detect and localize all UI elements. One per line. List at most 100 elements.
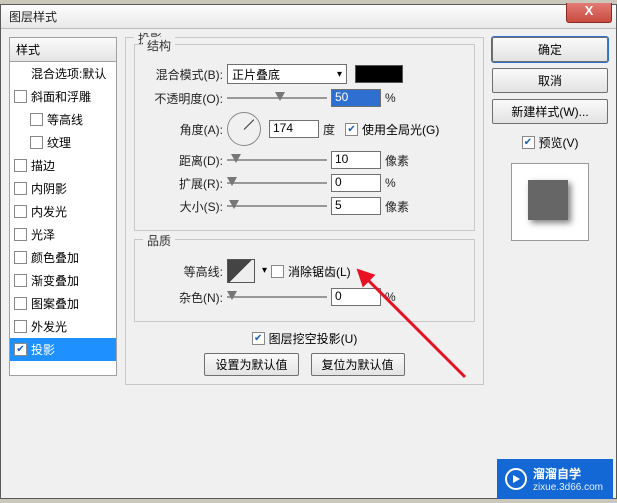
style-label: 等高线 <box>47 111 83 128</box>
styles-panel: 样式 混合选项:默认 斜面和浮雕 等高线 纹理 <box>9 37 117 490</box>
style-item-inner-glow[interactable]: 内发光 <box>10 200 116 223</box>
angle-input[interactable]: 174 <box>269 120 319 138</box>
noise-slider[interactable] <box>227 289 327 305</box>
blend-mode-combo[interactable]: 正片叠底 <box>227 64 347 84</box>
checkbox-icon <box>522 136 535 149</box>
opacity-row: 不透明度(O): 50 % <box>145 89 464 107</box>
layer-style-dialog: 图层样式 X 样式 混合选项:默认 斜面和浮雕 等高线 <box>0 4 617 499</box>
checkbox-icon <box>345 123 358 136</box>
checkbox-icon[interactable] <box>14 274 27 287</box>
style-item-bevel[interactable]: 斜面和浮雕 <box>10 85 116 108</box>
new-style-button[interactable]: 新建样式(W)... <box>492 99 608 124</box>
titlebar[interactable]: 图层样式 X <box>1 5 616 29</box>
style-item-blend-default[interactable]: 混合选项:默认 <box>10 62 116 85</box>
style-item-stroke[interactable]: 描边 <box>10 154 116 177</box>
size-input[interactable]: 5 <box>331 197 381 215</box>
set-default-button[interactable]: 设置为默认值 <box>204 353 298 376</box>
anti-alias-label: 消除锯齿(L) <box>288 263 351 280</box>
close-button[interactable]: X <box>566 3 612 23</box>
style-label: 描边 <box>31 157 55 174</box>
style-label: 外发光 <box>31 318 67 335</box>
style-label: 投影 <box>31 341 55 358</box>
checkbox-icon[interactable] <box>30 113 43 126</box>
checkbox-icon[interactable] <box>14 251 27 264</box>
style-item-inner-shadow[interactable]: 内阴影 <box>10 177 116 200</box>
opacity-unit: % <box>385 91 396 105</box>
style-item-gradient-overlay[interactable]: 渐变叠加 <box>10 269 116 292</box>
style-label: 颜色叠加 <box>31 249 79 266</box>
knockout-checkbox[interactable]: 图层挖空投影(U) <box>252 330 358 347</box>
style-label: 内阴影 <box>31 180 67 197</box>
spread-slider[interactable] <box>227 175 327 191</box>
style-item-contour[interactable]: 等高线 <box>10 108 116 131</box>
group-title: 结构 <box>143 37 175 54</box>
blend-mode-label: 混合模式(B): <box>145 66 223 83</box>
distance-input[interactable]: 10 <box>331 151 381 169</box>
window-title: 图层样式 <box>9 8 57 25</box>
watermark-sub: zixue.3d66.com <box>533 482 603 493</box>
style-label: 混合选项:默认 <box>31 65 106 82</box>
distance-slider[interactable] <box>227 152 327 168</box>
opacity-label: 不透明度(O): <box>145 90 223 107</box>
distance-label: 距离(D): <box>145 152 223 169</box>
style-label: 内发光 <box>31 203 67 220</box>
checkbox-icon[interactable] <box>14 90 27 103</box>
checkbox-icon[interactable] <box>14 343 27 356</box>
preview-thumbnail <box>528 180 568 220</box>
style-item-satin[interactable]: 光泽 <box>10 223 116 246</box>
noise-row: 杂色(N): 0 % <box>145 288 464 306</box>
checkbox-icon[interactable] <box>30 136 43 149</box>
ok-button[interactable]: 确定 <box>492 37 608 62</box>
style-label: 渐变叠加 <box>31 272 79 289</box>
spread-unit: % <box>385 176 396 190</box>
noise-unit: % <box>385 290 396 304</box>
checkbox-icon[interactable] <box>14 182 27 195</box>
reset-default-button[interactable]: 复位为默认值 <box>311 353 405 376</box>
checkbox-icon[interactable] <box>14 159 27 172</box>
checkbox-icon[interactable] <box>14 297 27 310</box>
angle-dial[interactable] <box>227 112 261 146</box>
cancel-button[interactable]: 取消 <box>492 68 608 93</box>
default-buttons-row: 设置为默认值 复位为默认值 <box>134 353 475 376</box>
noise-input[interactable]: 0 <box>331 288 381 306</box>
opacity-slider[interactable] <box>227 90 327 106</box>
play-icon <box>505 468 527 490</box>
checkbox-icon[interactable] <box>14 228 27 241</box>
spread-label: 扩展(R): <box>145 175 223 192</box>
settings-panel: 投影 结构 混合模式(B): 正片叠底 不透明度(O): 50 % <box>125 37 484 490</box>
watermark: 溜溜自学 zixue.3d66.com <box>497 459 613 499</box>
opacity-input[interactable]: 50 <box>331 89 381 107</box>
spread-row: 扩展(R): 0 % <box>145 174 464 192</box>
use-global-light[interactable]: 使用全局光(G) <box>345 121 439 138</box>
spread-input[interactable]: 0 <box>331 174 381 192</box>
preview-label: 预览(V) <box>539 134 579 151</box>
knockout-label: 图层挖空投影(U) <box>269 330 358 347</box>
color-swatch[interactable] <box>355 65 403 83</box>
styles-list: 混合选项:默认 斜面和浮雕 等高线 纹理 描边 <box>9 61 117 376</box>
size-unit: 像素 <box>385 198 409 215</box>
size-slider[interactable] <box>227 198 327 214</box>
angle-unit: 度 <box>323 121 335 138</box>
dialog-content: 样式 混合选项:默认 斜面和浮雕 等高线 纹理 <box>1 29 616 498</box>
checkbox-icon[interactable] <box>14 320 27 333</box>
contour-row: 等高线: 消除锯齿(L) <box>145 259 464 283</box>
blank-icon <box>14 67 27 80</box>
size-label: 大小(S): <box>145 198 223 215</box>
style-label: 图案叠加 <box>31 295 79 312</box>
contour-label: 等高线: <box>145 263 223 280</box>
styles-header[interactable]: 样式 <box>9 37 117 61</box>
size-row: 大小(S): 5 像素 <box>145 197 464 215</box>
angle-label: 角度(A): <box>145 121 223 138</box>
style-item-outer-glow[interactable]: 外发光 <box>10 315 116 338</box>
anti-alias-checkbox[interactable]: 消除锯齿(L) <box>271 263 351 280</box>
contour-swatch[interactable] <box>227 259 255 283</box>
style-label: 斜面和浮雕 <box>31 88 91 105</box>
style-item-pattern-overlay[interactable]: 图案叠加 <box>10 292 116 315</box>
preview-checkbox[interactable]: 预览(V) <box>492 134 608 151</box>
style-label: 光泽 <box>31 226 55 243</box>
angle-row: 角度(A): 174 度 使用全局光(G) <box>145 112 464 146</box>
style-item-color-overlay[interactable]: 颜色叠加 <box>10 246 116 269</box>
style-item-drop-shadow[interactable]: 投影 <box>10 338 116 361</box>
style-item-texture[interactable]: 纹理 <box>10 131 116 154</box>
checkbox-icon[interactable] <box>14 205 27 218</box>
